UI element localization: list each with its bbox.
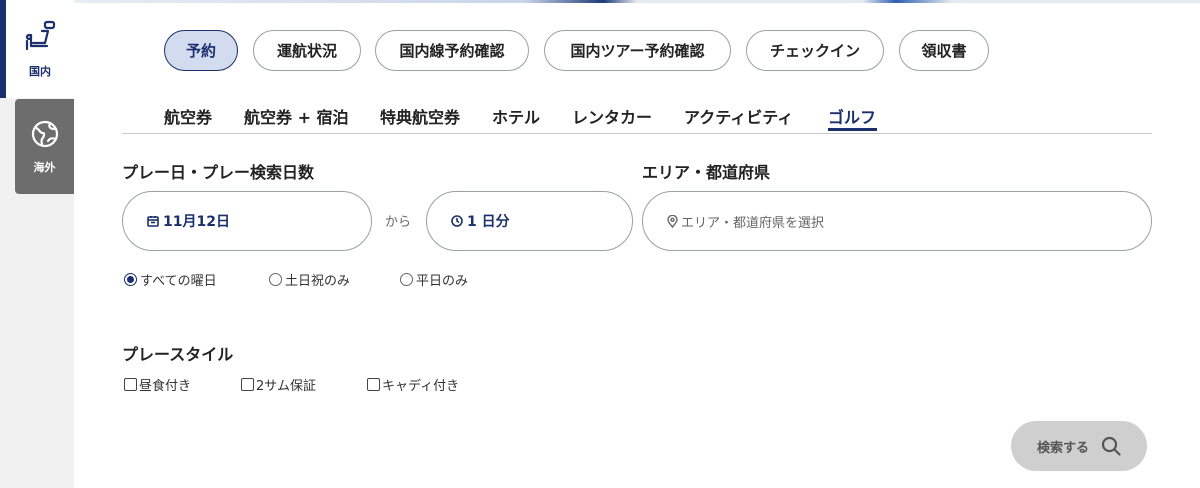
- play-date-value: 11月12日: [163, 214, 230, 230]
- style-option-label: 昼食付き: [139, 379, 192, 394]
- date-section-label: プレー日・プレー検索日数: [122, 163, 315, 182]
- style-option-lunch[interactable]: 昼食付き: [124, 375, 191, 394]
- subtab-air-ticket[interactable]: 航空券: [164, 104, 212, 128]
- day-option-weekend[interactable]: 土日祝のみ: [269, 270, 350, 289]
- tab-domestic-reservation-check[interactable]: 国内線予約確認: [375, 30, 529, 71]
- area-select-field[interactable]: エリア・都道府県を選択: [642, 191, 1152, 251]
- search-days-field[interactable]: 1 日分: [426, 191, 633, 251]
- clock-icon: [451, 215, 463, 227]
- checkbox[interactable]: [367, 378, 380, 391]
- search-button-label: 検索する: [1036, 440, 1089, 456]
- day-option-label: すべての曜日: [140, 274, 217, 289]
- day-option-weekday[interactable]: 平日のみ: [400, 270, 468, 289]
- subtab-air-plus-hotel[interactable]: 航空券 + 宿泊: [244, 104, 349, 128]
- sidebar-item-international[interactable]: 海外: [15, 99, 74, 194]
- tab-receipt[interactable]: 領収書: [899, 30, 989, 71]
- globe-icon: [30, 119, 60, 153]
- search-days-value: 1 日分: [467, 214, 510, 230]
- play-style-label: プレースタイル: [122, 345, 234, 364]
- style-option-label: 2サム保証: [256, 379, 317, 394]
- airplane-seat-icon: [23, 19, 57, 57]
- subtab-golf[interactable]: ゴルフ: [828, 104, 876, 128]
- calendar-icon: [147, 215, 159, 227]
- play-date-field[interactable]: 11月12日: [122, 191, 372, 251]
- sidebar-item-label: 国内: [29, 65, 51, 78]
- search-button[interactable]: 検索する: [1011, 421, 1147, 471]
- radio-button[interactable]: [400, 273, 413, 286]
- subtab-rental-car[interactable]: レンタカー: [572, 104, 652, 128]
- tab-domestic-tour-check[interactable]: 国内ツアー予約確認: [544, 30, 731, 71]
- active-subtab-indicator: [828, 128, 877, 131]
- subtab-activity[interactable]: アクティビティ: [684, 104, 793, 128]
- sidebar-item-label: 海外: [33, 160, 56, 174]
- subtab-divider: [122, 133, 1152, 134]
- location-pin-icon: [667, 214, 678, 228]
- checkbox[interactable]: [124, 378, 137, 391]
- area-placeholder: エリア・都道府県を選択: [681, 215, 825, 231]
- style-option-label: キャディ付き: [382, 379, 460, 394]
- header-banner-strip: [74, 0, 1200, 3]
- tab-flight-status[interactable]: 運航状況: [253, 30, 361, 71]
- subtab-hotel[interactable]: ホテル: [492, 104, 540, 128]
- style-option-caddie[interactable]: キャディ付き: [367, 375, 459, 394]
- radio-button[interactable]: [269, 273, 282, 286]
- from-label: から: [385, 215, 412, 230]
- radio-button[interactable]: [124, 273, 137, 286]
- subtab-award-ticket[interactable]: 特典航空券: [380, 104, 460, 128]
- area-section-label: エリア・都道府県: [642, 163, 771, 182]
- checkbox[interactable]: [241, 378, 254, 391]
- sidebar-item-domestic[interactable]: 国内: [0, 0, 74, 98]
- tab-reservation[interactable]: 予約: [164, 30, 238, 71]
- day-option-label: 土日祝のみ: [285, 274, 351, 289]
- tab-check-in[interactable]: チェックイン: [746, 30, 884, 71]
- day-option-label: 平日のみ: [416, 274, 469, 289]
- day-option-all[interactable]: すべての曜日: [124, 270, 217, 289]
- search-icon: [1101, 436, 1121, 456]
- style-option-two-some[interactable]: 2サム保証: [241, 375, 316, 394]
